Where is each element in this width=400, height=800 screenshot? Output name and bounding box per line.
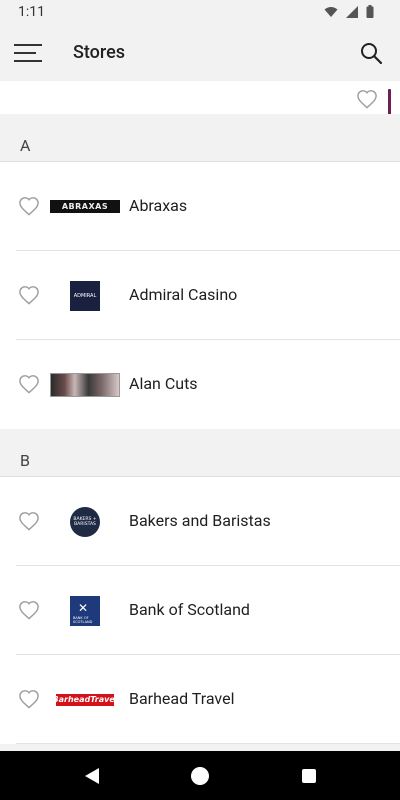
store-list[interactable]: A ABRAXAS Abraxas ADMIRAL Admiral Casino bbox=[0, 81, 400, 751]
store-logo: ABRAXAS bbox=[49, 162, 121, 251]
store-logo: ADMIRAL bbox=[49, 251, 121, 340]
section-letter: A bbox=[20, 136, 31, 155]
status-time: 1:11 bbox=[18, 4, 45, 20]
list-item-bakers-and-baristas[interactable]: BAKERS + BARISTAS Bakers and Baristas bbox=[0, 477, 400, 566]
recent-apps-icon[interactable] bbox=[302, 769, 316, 783]
store-logo: BAKERS + BARISTAS bbox=[49, 477, 121, 566]
heart-outline-icon[interactable] bbox=[18, 374, 40, 394]
list-item-alan-cuts[interactable]: Alan Cuts bbox=[0, 340, 400, 429]
hamburger-menu-icon bbox=[14, 44, 42, 62]
store-name: Bakers and Baristas bbox=[129, 511, 271, 530]
store-logo: BarheadTravel bbox=[49, 655, 121, 744]
app-bar: Stores bbox=[0, 26, 400, 81]
bakers-and-baristas-logo: BAKERS + BARISTAS bbox=[70, 506, 100, 537]
store-logo bbox=[49, 340, 121, 429]
heart-outline-icon[interactable] bbox=[18, 511, 40, 531]
store-logo: ✕ BANK OF SCOTLAND bbox=[49, 566, 121, 655]
alan-cuts-logo bbox=[50, 372, 120, 397]
store-name: Abraxas bbox=[129, 196, 188, 215]
heart-outline-icon[interactable] bbox=[18, 689, 40, 709]
saltire-icon: ✕ bbox=[78, 600, 89, 615]
page-title: Stores bbox=[73, 42, 125, 63]
abraxas-logo: ABRAXAS bbox=[50, 200, 120, 213]
heart-outline-icon[interactable] bbox=[18, 285, 40, 305]
status-icons bbox=[324, 5, 374, 18]
store-name: Barhead Travel bbox=[129, 689, 235, 708]
home-icon[interactable] bbox=[191, 767, 209, 785]
bank-of-scotland-logo: ✕ BANK OF SCOTLAND bbox=[70, 595, 100, 626]
heart-outline-icon[interactable] bbox=[18, 600, 40, 620]
divider bbox=[16, 743, 400, 744]
heart-outline-icon[interactable] bbox=[18, 196, 40, 216]
list-item-abraxas[interactable]: ABRAXAS Abraxas bbox=[0, 162, 400, 251]
list-item-bank-of-scotland[interactable]: ✕ BANK OF SCOTLAND Bank of Scotland bbox=[0, 566, 400, 655]
store-name: Bank of Scotland bbox=[129, 600, 250, 619]
menu-button[interactable] bbox=[14, 42, 44, 64]
search-button[interactable] bbox=[360, 42, 383, 65]
system-nav-bar bbox=[0, 751, 400, 800]
battery-icon bbox=[366, 5, 374, 18]
screen: 1:11 Stores A ABRAXAS Abraxas ADMIRAL Ad… bbox=[0, 0, 400, 800]
section-header-a: A bbox=[0, 114, 400, 162]
store-name: Alan Cuts bbox=[129, 374, 198, 393]
status-bar: 1:11 bbox=[0, 0, 400, 26]
cellular-icon bbox=[346, 5, 358, 18]
admiral-logo: ADMIRAL bbox=[70, 280, 100, 311]
list-item-barhead-travel[interactable]: BarheadTravel Barhead Travel bbox=[0, 655, 400, 744]
bank-of-scotland-logo-text: BANK OF SCOTLAND bbox=[73, 615, 93, 624]
section-header-b: B bbox=[0, 429, 400, 477]
section-letter: B bbox=[20, 451, 30, 470]
search-icon bbox=[361, 43, 383, 65]
back-icon[interactable] bbox=[84, 768, 100, 784]
wifi-icon bbox=[324, 6, 338, 17]
list-item-partial[interactable] bbox=[0, 81, 400, 114]
list-item-admiral-casino[interactable]: ADMIRAL Admiral Casino bbox=[0, 251, 400, 340]
barhead-travel-logo: BarheadTravel bbox=[52, 693, 118, 706]
heart-outline-icon[interactable] bbox=[356, 89, 378, 109]
store-name: Admiral Casino bbox=[129, 285, 238, 304]
